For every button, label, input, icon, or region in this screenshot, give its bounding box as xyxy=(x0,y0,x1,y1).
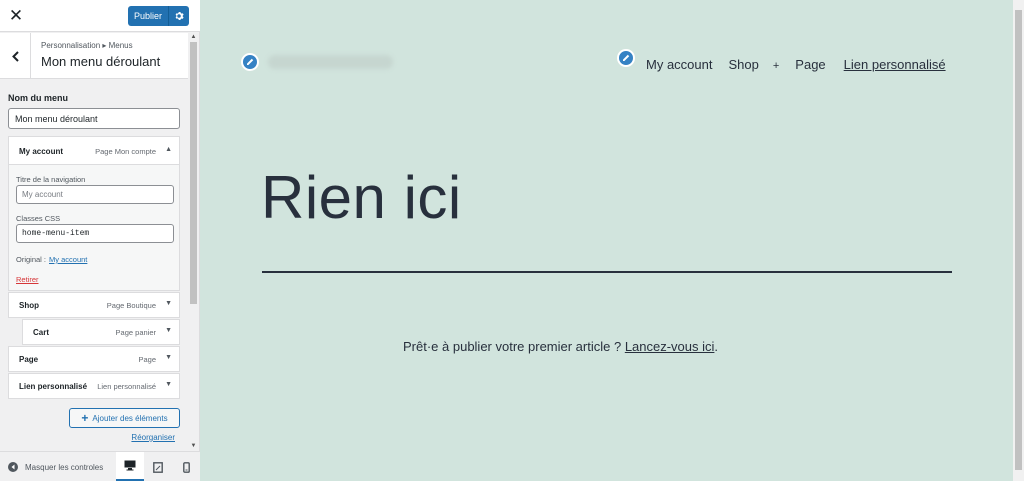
site-title-blurred xyxy=(268,55,393,69)
menu-item-title: Lien personnalisé xyxy=(19,382,88,391)
nav-title-input[interactable] xyxy=(16,185,174,204)
menu-item-type: Page Mon compte xyxy=(95,147,156,156)
menu-item-page[interactable]: Page Page ▼ xyxy=(8,346,180,372)
publish-button[interactable]: Publier xyxy=(128,6,168,26)
nav-title-label: Titre de la navigation xyxy=(16,175,86,184)
section-title: Personnalisation ▸ Menus Mon menu déroul… xyxy=(0,33,189,79)
customizer-window: ✕ Publier Personnalisation ▸ Menus Mon m… xyxy=(0,0,1024,481)
preview-scrollbar-thumb[interactable] xyxy=(1015,10,1022,470)
scroll-up-arrow[interactable]: ▲ xyxy=(188,33,199,42)
menu-item-type: Page xyxy=(138,355,156,364)
preview-scrollbar[interactable] xyxy=(1013,0,1024,481)
publish-group: Publier xyxy=(128,6,189,26)
remove-link[interactable]: Retirer xyxy=(16,275,39,284)
collapse-label: Masquer les controles xyxy=(25,462,104,472)
menu-item-my-account: My account Page Mon compte ▲ Titre de la… xyxy=(8,136,180,291)
section-heading: Mon menu déroulant xyxy=(41,54,161,69)
chevron-left-icon[interactable] xyxy=(0,33,31,79)
site-preview xyxy=(200,0,1013,481)
original-row: Original : My account xyxy=(16,255,87,264)
css-classes-input[interactable] xyxy=(16,224,174,243)
original-link[interactable]: My account xyxy=(49,255,87,264)
menu-item-shop[interactable]: Shop Page Boutique ▼ xyxy=(8,292,180,318)
empty-message-end: . xyxy=(714,339,719,354)
css-classes-label: Classes CSS xyxy=(16,214,61,223)
start-link[interactable]: Lancez-vous ici xyxy=(625,339,715,354)
desktop-icon[interactable] xyxy=(116,452,144,481)
menu-item-bar-my-account[interactable]: My account Page Mon compte ▲ xyxy=(9,137,179,165)
collapse-button[interactable]: Masquer les controles xyxy=(8,452,103,481)
sidebar-footer: Masquer les controles xyxy=(0,451,200,481)
chevron-down-icon[interactable]: ▼ xyxy=(165,354,172,361)
preview-nav: My account Shop + Page Lien personnalisé xyxy=(646,57,946,72)
menu-item-cart[interactable]: Cart Page panier ▼ xyxy=(22,319,180,345)
chevron-down-icon[interactable]: ▼ xyxy=(165,381,172,388)
sidebar-header: ✕ Publier xyxy=(0,0,200,32)
menu-name-input[interactable] xyxy=(8,108,180,129)
menu-item-title: Cart xyxy=(33,328,50,337)
nav-submenu-toggle[interactable]: + xyxy=(773,60,779,72)
menu-item-title: Shop xyxy=(19,301,39,310)
nav-link-my-account[interactable]: My account xyxy=(646,57,712,72)
sidebar-scrollbar[interactable]: ▲ ▼ xyxy=(188,33,199,451)
nav-link-shop[interactable]: Shop xyxy=(728,57,758,72)
customizer-sidebar: ✕ Publier Personnalisation ▸ Menus Mon m… xyxy=(0,0,200,481)
scroll-down-arrow[interactable]: ▼ xyxy=(188,442,199,451)
close-icon[interactable]: ✕ xyxy=(0,0,32,32)
empty-message: Prêt·e à publier votre premier article ?… xyxy=(403,339,718,354)
tablet-icon[interactable] xyxy=(144,452,172,481)
menu-item-type: Lien personnalisé xyxy=(97,382,156,391)
edit-menu-pencil-icon[interactable] xyxy=(617,49,635,67)
edit-title-pencil-icon[interactable] xyxy=(241,53,259,71)
add-items-button[interactable]: + Ajouter des éléments xyxy=(69,408,180,428)
chevron-up-icon[interactable]: ▲ xyxy=(165,146,172,153)
plus-icon: + xyxy=(81,411,89,425)
breadcrumb: Personnalisation ▸ Menus xyxy=(41,41,133,50)
scrollbar-thumb[interactable] xyxy=(190,42,197,304)
collapse-arrow-icon xyxy=(8,462,18,472)
menu-item-type: Page Boutique xyxy=(106,301,156,310)
menu-name-label: Nom du menu xyxy=(8,93,68,103)
original-label: Original : xyxy=(16,255,47,264)
chevron-down-icon[interactable]: ▼ xyxy=(165,300,172,307)
reorder-link[interactable]: Réorganiser xyxy=(131,433,175,442)
empty-message-text: Prêt·e à publier votre premier article ? xyxy=(403,339,625,354)
menu-item-custom-link[interactable]: Lien personnalisé Lien personnalisé ▼ xyxy=(8,373,180,399)
add-items-label: Ajouter des éléments xyxy=(92,413,168,423)
menu-item-type: Page panier xyxy=(115,328,156,337)
menu-item-title: Page xyxy=(19,355,39,364)
nav-link-page[interactable]: Page xyxy=(795,57,825,72)
mobile-icon[interactable] xyxy=(172,452,200,481)
menu-item-title: My account xyxy=(19,147,64,156)
gear-icon[interactable] xyxy=(168,6,189,26)
title-separator xyxy=(262,271,952,273)
chevron-down-icon[interactable]: ▼ xyxy=(165,327,172,334)
page-title: Rien ici xyxy=(261,164,462,231)
nav-link-custom[interactable]: Lien personnalisé xyxy=(844,57,946,72)
